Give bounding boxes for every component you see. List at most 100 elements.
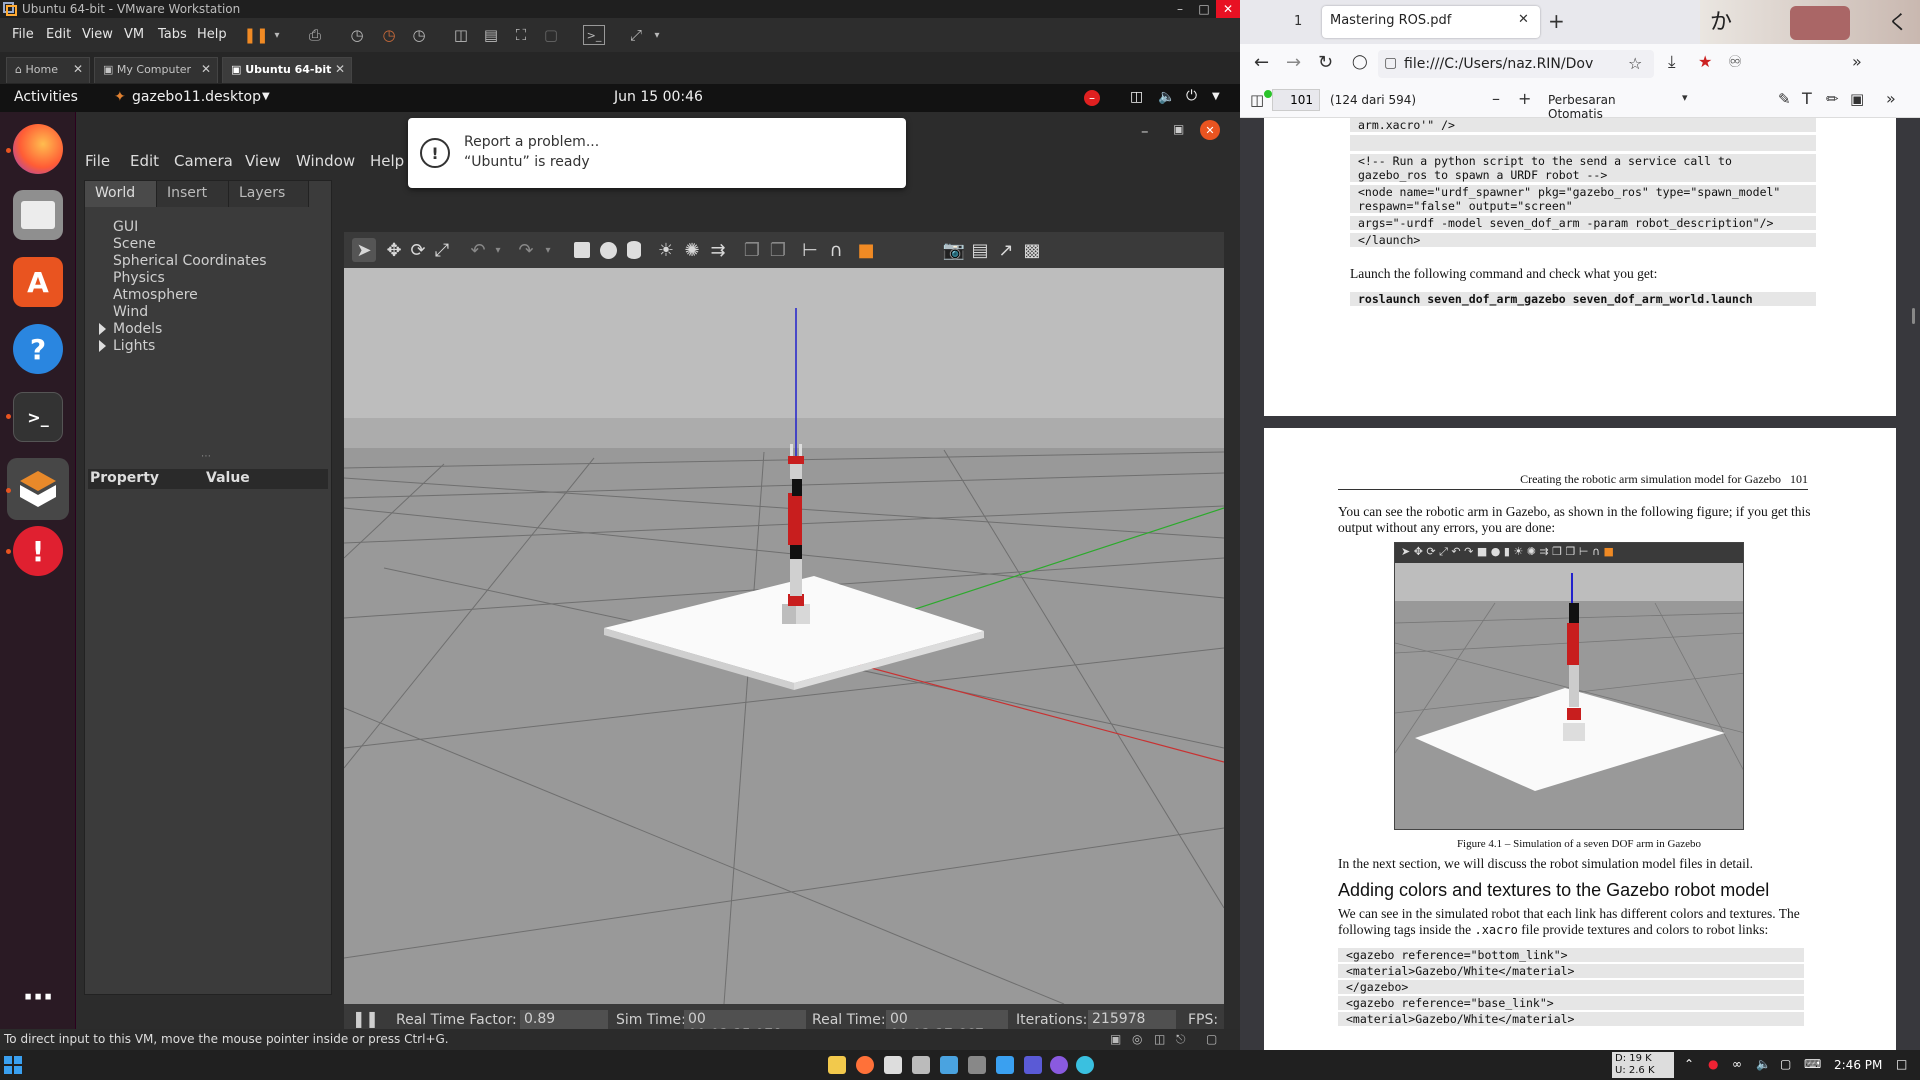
tab-my-computer[interactable]: ▣ My Computer ✕ xyxy=(94,57,218,83)
gazebo-icon[interactable] xyxy=(7,458,69,520)
pdf-viewer[interactable]: arm.xacro'" /> <!-- Run a python script … xyxy=(1240,118,1920,1050)
cd-icon[interactable]: ◎ xyxy=(1132,1032,1142,1046)
clock[interactable]: Jun 15 00:46 xyxy=(614,89,703,105)
dropdown-icon[interactable]: ▾ xyxy=(266,25,288,45)
ubuntu-desktop[interactable]: Activities ✦ gazebo11.desktop ▼ Jun 15 0… xyxy=(0,84,1240,1046)
redo-icon[interactable]: ↷ xyxy=(514,238,538,262)
app-icon[interactable] xyxy=(1050,1056,1068,1074)
spot-light-icon[interactable]: ✺ xyxy=(680,238,704,262)
console-view-icon[interactable]: >_ xyxy=(583,25,605,45)
maximize-icon[interactable]: □ xyxy=(1192,0,1216,18)
menu-view[interactable]: View xyxy=(82,27,113,42)
notification-popup[interactable]: ! Report a problem... “Ubuntu” is ready xyxy=(408,118,906,188)
gz-menu-edit[interactable]: Edit xyxy=(130,152,159,170)
stretch-guest-icon[interactable]: ⤢ xyxy=(625,25,647,45)
tree-item-spherical-coordinates[interactable]: Spherical Coordinates xyxy=(113,253,267,269)
play-pause-icon[interactable]: ❚❚ xyxy=(352,1009,379,1028)
splitter-handle[interactable]: ⋯ xyxy=(201,451,211,462)
do-not-disturb-icon[interactable]: – xyxy=(1084,90,1100,106)
app-grid-icon[interactable]: ⋯ xyxy=(13,972,63,1022)
image-icon[interactable]: ▣ xyxy=(1850,90,1864,108)
gz-menu-window[interactable]: Window xyxy=(296,152,355,170)
snap-icon[interactable]: ∩ xyxy=(824,238,848,262)
keyboard-icon[interactable]: ⌨ xyxy=(1804,1057,1821,1071)
reload-icon[interactable]: ↻ xyxy=(1318,52,1333,73)
rotate-mode-icon[interactable]: ⟳ xyxy=(406,238,430,262)
box-shape-icon[interactable] xyxy=(570,238,594,262)
tree-item-models[interactable]: Models xyxy=(113,321,162,337)
sidebar-toggle-icon[interactable]: ◫ xyxy=(1250,91,1264,109)
usb-icon[interactable]: ⎋ xyxy=(1176,1032,1186,1047)
menu-edit[interactable]: Edit xyxy=(46,27,71,42)
error-report-icon[interactable]: ! xyxy=(13,526,63,576)
bookmark-star-icon[interactable]: ☆ xyxy=(1628,54,1642,73)
thumbnail-bar-icon[interactable]: ▤ xyxy=(480,25,502,45)
firefox-icon[interactable] xyxy=(13,124,63,174)
directional-light-icon[interactable]: ⇉ xyxy=(706,238,730,262)
snipping-tool-icon[interactable] xyxy=(912,1056,930,1074)
undo-dropdown-icon[interactable]: ▾ xyxy=(486,238,510,262)
minimize-icon[interactable]: – xyxy=(1141,122,1149,140)
close-icon[interactable]: ✕ xyxy=(1216,0,1240,18)
windows-start-icon[interactable] xyxy=(4,1056,22,1074)
expand-arrow-icon[interactable] xyxy=(99,323,106,335)
revert-snapshot-icon[interactable]: ◷ xyxy=(378,25,400,45)
notification-center-icon[interactable]: □ xyxy=(1896,1057,1907,1071)
video-record-icon[interactable]: ▩ xyxy=(1020,238,1044,262)
more-tools-icon[interactable]: » xyxy=(1886,89,1896,108)
tree-item-atmosphere[interactable]: Atmosphere xyxy=(113,287,198,303)
network-adapter-icon[interactable]: ◫ xyxy=(1154,1032,1165,1046)
snapshot-icon[interactable]: ◷ xyxy=(346,25,368,45)
unity-icon[interactable]: ▢ xyxy=(540,25,562,45)
gz-menu-file[interactable]: File xyxy=(85,152,110,170)
tree-item-scene[interactable]: Scene xyxy=(113,236,156,252)
system-menu-dropdown-icon[interactable]: ▼ xyxy=(1212,91,1220,102)
hdd-icon[interactable]: ▣ xyxy=(1110,1032,1121,1046)
firefox-taskbar-icon[interactable] xyxy=(856,1056,874,1074)
highlight-icon[interactable]: ✎ xyxy=(1778,90,1791,108)
minimize-icon[interactable]: – xyxy=(1168,0,1192,18)
tray-expand-icon[interactable]: ⌃ xyxy=(1684,1057,1694,1071)
gz-menu-camera[interactable]: Camera xyxy=(174,152,233,170)
select-mode-icon[interactable]: ➤ xyxy=(352,238,376,262)
page-number-input[interactable]: 101 xyxy=(1272,89,1320,111)
software-center-icon[interactable]: A xyxy=(13,257,63,307)
stretch-dropdown-icon[interactable]: ▾ xyxy=(646,25,668,45)
tree-item-wind[interactable]: Wind xyxy=(113,304,148,320)
zoom-in-icon[interactable]: + xyxy=(1518,89,1531,108)
show-library-icon[interactable]: ◫ xyxy=(450,25,472,45)
zoom-out-icon[interactable]: – xyxy=(1492,89,1500,108)
extension-icon[interactable]: ★ xyxy=(1698,52,1712,71)
close-tab-icon[interactable]: ✕ xyxy=(201,62,211,76)
notepad-icon[interactable] xyxy=(996,1056,1014,1074)
app-icon[interactable] xyxy=(1076,1056,1094,1074)
paste-icon[interactable]: ❐ xyxy=(766,238,790,262)
menu-tabs[interactable]: Tabs xyxy=(158,27,187,42)
tray-app-icon[interactable]: ● xyxy=(1708,1057,1718,1071)
full-screen-icon[interactable]: ⛶ xyxy=(510,25,532,45)
sphere-shape-icon[interactable] xyxy=(596,238,620,262)
extension-translate-icon[interactable]: ♾ xyxy=(1728,52,1742,71)
tab-world[interactable]: World xyxy=(85,181,157,207)
forward-icon[interactable]: → xyxy=(1286,52,1301,73)
new-tab-icon[interactable]: + xyxy=(1548,9,1565,33)
snapshot-manager-icon[interactable]: ◷ xyxy=(408,25,430,45)
screenshot-icon[interactable]: 📷 xyxy=(942,238,966,262)
url-bar[interactable]: ▢ file:///C:/Users/naz.RIN/Dov xyxy=(1378,50,1654,78)
tab-layers[interactable]: Layers xyxy=(229,181,309,207)
taskbar-clock[interactable]: 2:46 PM xyxy=(1834,1058,1882,1072)
display-icon[interactable]: ▢ xyxy=(1780,1057,1791,1071)
app-menu[interactable]: gazebo11.desktop xyxy=(132,89,261,105)
files-icon[interactable] xyxy=(13,190,63,240)
menu-help[interactable]: Help xyxy=(197,27,227,42)
draw-icon[interactable]: ✏ xyxy=(1826,90,1839,108)
align-icon[interactable]: ⊢ xyxy=(798,238,822,262)
close-icon[interactable]: ✕ xyxy=(1200,120,1220,140)
network-meter[interactable]: D: 19 K U: 2.6 K xyxy=(1612,1052,1674,1078)
file-explorer-icon[interactable] xyxy=(828,1056,846,1074)
text-tool-icon[interactable]: T xyxy=(1802,89,1812,108)
zoom-dropdown-icon[interactable]: ▾ xyxy=(1682,91,1688,104)
close-tab-icon[interactable]: ✕ xyxy=(1518,12,1529,27)
expand-arrow-icon[interactable] xyxy=(99,340,106,352)
plot-icon[interactable]: ↗ xyxy=(994,238,1018,262)
